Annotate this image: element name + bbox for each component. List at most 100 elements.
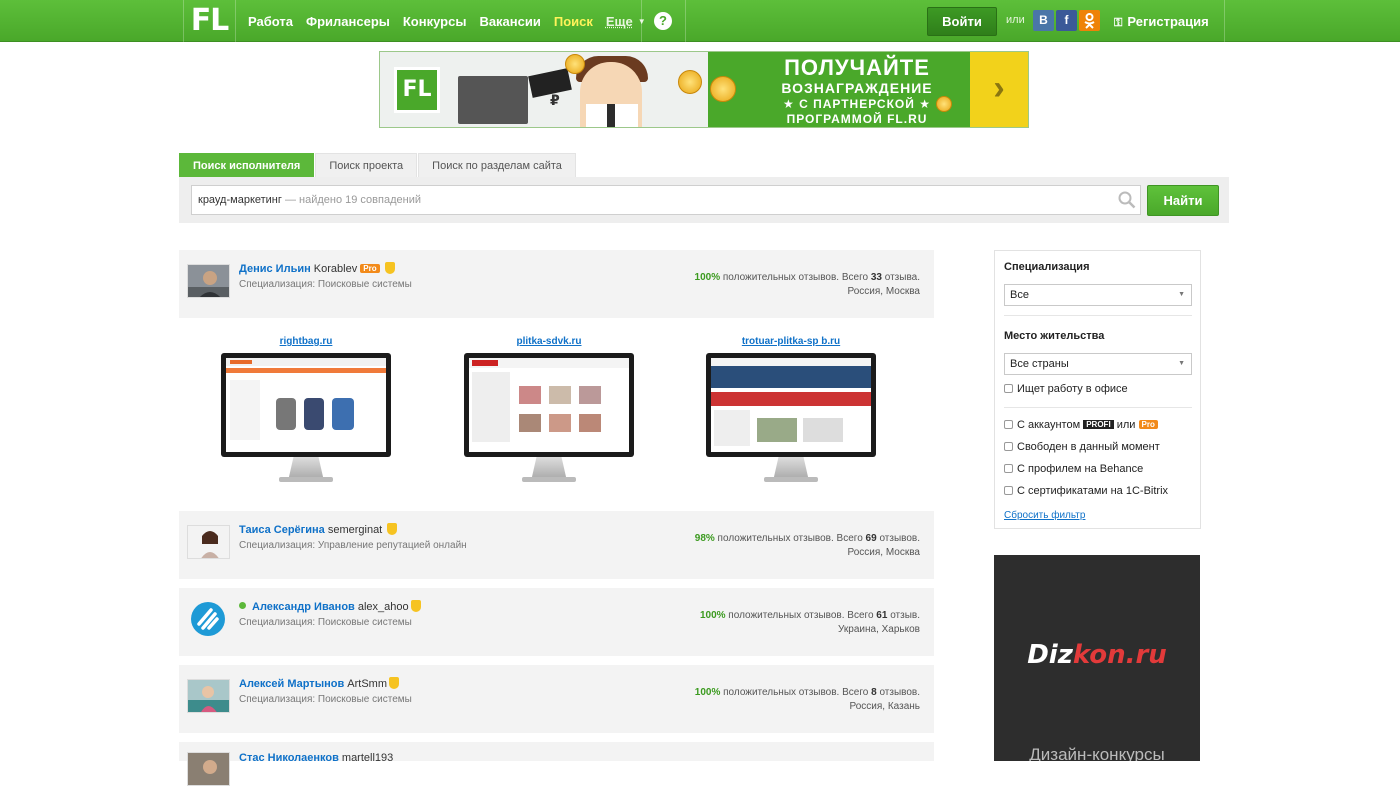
- checkbox[interactable]: [1004, 486, 1013, 495]
- free-now-checkbox[interactable]: Свободен в данный момент: [1004, 441, 1160, 453]
- office-checkbox[interactable]: Ищет работу в офисе: [1004, 383, 1128, 395]
- location-select[interactable]: Все страны ▼: [1004, 353, 1192, 375]
- freelancer-name-line: Стас Николаенков martell193: [239, 752, 393, 764]
- person-tie: [607, 104, 615, 127]
- location: Россия, Москва: [847, 547, 921, 558]
- vk-login-icon[interactable]: B: [1033, 10, 1054, 31]
- avatar[interactable]: [187, 525, 230, 559]
- reviews-summary: 98% положительных отзывов. Всего 69 отзы…: [694, 533, 920, 544]
- specialization: Специализация: Поисковые системы: [239, 694, 412, 705]
- freelancer-card: Александр Иванов alex_ahoo Специализация…: [179, 588, 934, 656]
- freelancer-login: martell193: [341, 752, 394, 764]
- banner-text-area: ПОЛУЧАЙТЕ ВОЗНАГРАЖДЕНИЕ ★ С ПАРТНЕРСКОЙ…: [708, 52, 970, 127]
- header-inner: FL Работа Фрилансеры Конкурсы Вакансии П…: [183, 0, 1225, 42]
- checkbox[interactable]: [1004, 442, 1013, 451]
- help-icon[interactable]: ?: [654, 12, 672, 30]
- portfolio-title[interactable]: trotuar-plitka-sp b.ru: [704, 336, 878, 350]
- tab-search-site[interactable]: Поиск по разделам сайта: [418, 153, 576, 177]
- location: Россия, Москва: [847, 286, 921, 297]
- portfolio-title[interactable]: rightbag.ru: [219, 336, 393, 350]
- ad-subtitle: Дизайн-конкурсы: [1029, 745, 1165, 761]
- dizkon-ad-banner[interactable]: Dizkon.ru Дизайн-конкурсы: [994, 555, 1200, 761]
- nav-vacancies[interactable]: Вакансии: [479, 14, 540, 29]
- specialization: Специализация: Управление репутацией онл…: [239, 540, 467, 551]
- tab-search-freelancer[interactable]: Поиск исполнителя: [179, 153, 315, 177]
- bitrix-checkbox[interactable]: С сертификатами на 1C-Bitrix: [1004, 485, 1168, 497]
- banner-fl-logo: FL: [394, 67, 440, 113]
- avatar[interactable]: [187, 679, 230, 713]
- nav-divider: [641, 0, 642, 42]
- freelancer-name-link[interactable]: Таиса Серёгина: [239, 524, 325, 536]
- monitor-base: [279, 477, 333, 482]
- coin-icon: [678, 70, 702, 94]
- reset-filter-link[interactable]: Сбросить фильтр: [1004, 510, 1085, 521]
- divider: [1004, 315, 1192, 316]
- nav-freelancers[interactable]: Фрилансеры: [306, 14, 390, 29]
- checkbox[interactable]: [1004, 420, 1013, 429]
- portfolio-screenshot[interactable]: [706, 353, 876, 457]
- monitor-stand: [288, 457, 324, 479]
- verified-shield-icon[interactable]: [389, 677, 400, 689]
- fl-logo[interactable]: FL: [184, 0, 236, 42]
- specialization-select[interactable]: Все ▼: [1004, 284, 1192, 306]
- avatar[interactable]: [187, 602, 230, 636]
- nav-more[interactable]: Еще: [606, 14, 633, 29]
- freelancer-name-link[interactable]: Алексей Мартынов: [239, 678, 344, 690]
- portfolio-screenshot[interactable]: [221, 353, 391, 457]
- chevron-down-icon: ▼: [1178, 360, 1185, 367]
- freelancer-name-link[interactable]: Александр Иванов: [252, 601, 355, 613]
- verified-shield-icon[interactable]: [384, 262, 395, 274]
- reviews-summary: 100% положительных отзывов. Всего 8 отзы…: [694, 687, 920, 698]
- checkbox[interactable]: [1004, 464, 1013, 473]
- reviews-summary: 100% положительных отзывов. Всего 61 отз…: [699, 610, 920, 621]
- pro-badge: Pro: [1138, 420, 1158, 429]
- nav-divider: [685, 0, 686, 42]
- monitor-illustration: [458, 76, 528, 124]
- verified-shield-icon[interactable]: [387, 523, 398, 535]
- register-link[interactable]: ⚿ Регистрация: [1114, 14, 1209, 30]
- behance-checkbox[interactable]: С профилем на Behance: [1004, 463, 1143, 475]
- freelancer-name-link[interactable]: Стас Николаенков: [239, 752, 339, 764]
- partner-program-banner[interactable]: FL ₽ ПОЛУЧАЙТЕ ВОЗНАГРАЖДЕНИЕ ★ С ПАРТНЕ…: [379, 51, 1029, 128]
- freelancer-card: Таиса Серёгина semerginat Специализация:…: [179, 511, 934, 579]
- monitor-base: [522, 477, 576, 482]
- nav-search[interactable]: Поиск: [554, 14, 593, 29]
- freelancer-login: alex_ahoo: [357, 601, 409, 613]
- avatar[interactable]: [187, 264, 230, 298]
- banner-line-4: ПРОГРАММОЙ FL.RU: [786, 112, 928, 126]
- facebook-login-icon[interactable]: f: [1056, 10, 1077, 31]
- nav-rabota[interactable]: Работа: [248, 14, 293, 29]
- freelancer-login: ArtSmm: [347, 678, 388, 690]
- verified-shield-icon[interactable]: [410, 600, 421, 612]
- chevron-right-icon[interactable]: ›: [970, 52, 1028, 127]
- freelancer-login: Korablev: [313, 263, 358, 275]
- freelancer-card: Алексей Мартынов ArtSmm Специализация: П…: [179, 665, 934, 733]
- freelancer-name-link[interactable]: Денис Ильин: [239, 263, 311, 275]
- find-button[interactable]: Найти: [1147, 185, 1219, 216]
- specialization: Специализация: Поисковые системы: [239, 617, 412, 628]
- freelancer-name-line: Таиса Серёгина semerginat: [239, 523, 398, 536]
- ad-brand: Dizkon.ru: [1027, 640, 1167, 670]
- top-navigation-bar: FL Работа Фрилансеры Конкурсы Вакансии П…: [0, 0, 1400, 42]
- odnoklassniki-login-icon[interactable]: [1079, 10, 1100, 31]
- portfolio-item[interactable]: rightbag.ru: [219, 336, 393, 482]
- reviews-summary: 100% положительных отзывов. Всего 33 отз…: [694, 272, 920, 283]
- pro-badge[interactable]: Pro: [360, 264, 380, 273]
- portfolio-screenshot[interactable]: [464, 353, 634, 457]
- portfolio-item[interactable]: plitka-sdvk.ru: [462, 336, 636, 482]
- checkbox[interactable]: [1004, 384, 1013, 393]
- specialization: Специализация: Поисковые системы: [239, 279, 412, 290]
- nav-contests[interactable]: Конкурсы: [403, 14, 467, 29]
- login-button[interactable]: Войти: [927, 7, 997, 36]
- search-query: крауд-маркетинг: [198, 194, 282, 206]
- freelancer-login: semerginat: [327, 524, 383, 536]
- tab-search-project[interactable]: Поиск проекта: [315, 153, 418, 177]
- portfolio-item[interactable]: trotuar-plitka-sp b.ru: [704, 336, 878, 482]
- account-checkbox[interactable]: С аккаунтом PROFI или Pro: [1004, 419, 1158, 431]
- monitor-stand: [773, 457, 809, 479]
- search-icon[interactable]: [1118, 191, 1136, 209]
- avatar[interactable]: [187, 752, 230, 786]
- monitor-stand: [531, 457, 567, 479]
- search-input[interactable]: крауд-маркетинг — найдено 19 совпадений: [191, 185, 1141, 215]
- portfolio-title[interactable]: plitka-sdvk.ru: [462, 336, 636, 350]
